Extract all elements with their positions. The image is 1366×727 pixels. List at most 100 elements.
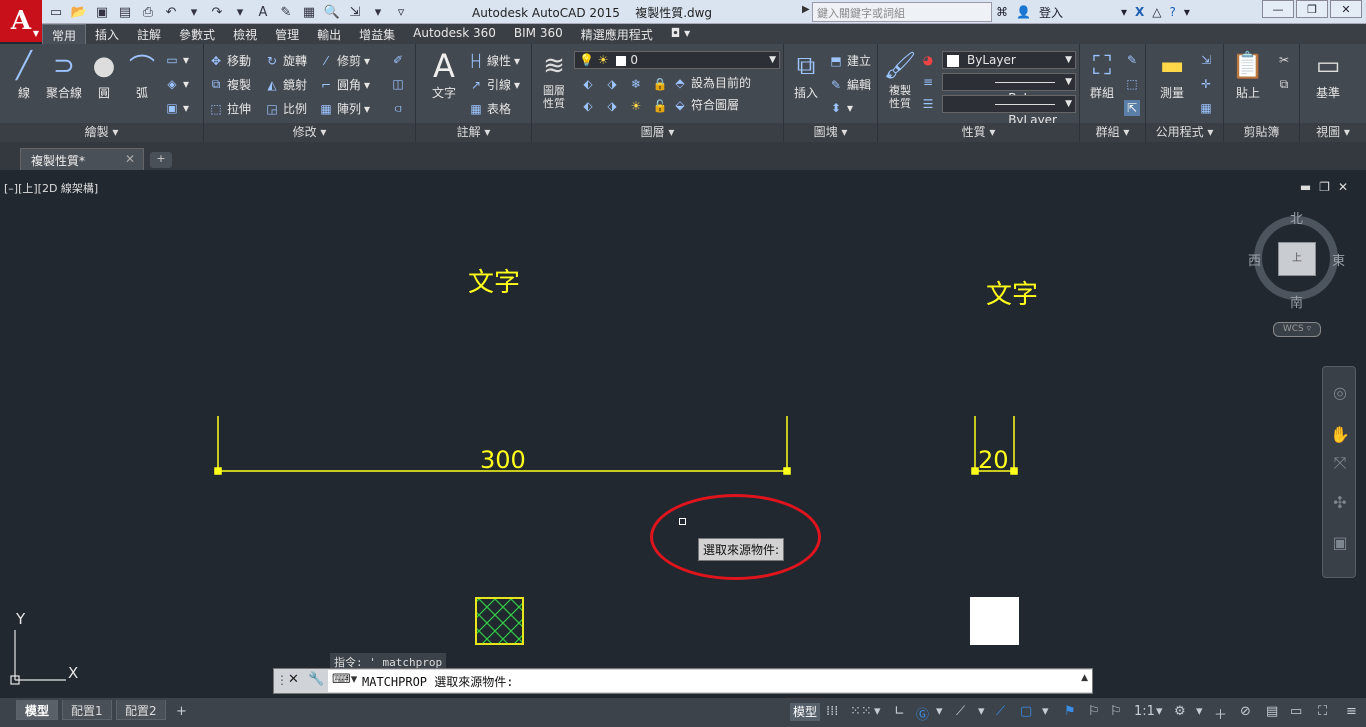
open-file-icon[interactable]: 📂 [69, 3, 89, 21]
panel-utilities-title[interactable]: 公用程式 ▾ [1146, 123, 1223, 142]
lineweight-toggle-icon[interactable]: ⟋ [996, 704, 1005, 719]
dim20-grip-right[interactable] [1010, 467, 1018, 475]
tab-home[interactable]: 常用 [42, 24, 87, 44]
annotation-scale-value[interactable]: 1:1 [1134, 704, 1155, 719]
tab-manage[interactable]: 管理 [266, 24, 308, 44]
zoom-icon[interactable]: 🔍 [322, 3, 342, 21]
panel-modify-title[interactable]: 修改 ▾ [204, 123, 415, 142]
osnap-icon[interactable]: ▢ [1020, 704, 1032, 719]
plus-annotation-icon[interactable]: ＋ [1214, 704, 1227, 723]
tab-parametric[interactable]: 參數式 [170, 24, 224, 44]
clean-screen-icon[interactable]: ▭ [1290, 704, 1302, 719]
offset-tool[interactable]: ⫏ [390, 100, 406, 116]
ungroup-tool[interactable]: ⬚ [1124, 76, 1140, 92]
stretch-tool[interactable]: ⬚ 拉伸 [208, 100, 251, 117]
osnap2-dropdown-icon[interactable]: ▾ [1042, 704, 1049, 719]
region-tool[interactable]: ▣ ▾ [164, 100, 189, 116]
osnap-tracking-icon[interactable]: ⟋ [956, 704, 965, 719]
hatch-tool[interactable]: ◈ ▾ [164, 76, 189, 92]
layer-tool-8[interactable]: 🔓 [652, 98, 668, 114]
hatched-square[interactable] [475, 597, 524, 645]
tab-bim360[interactable]: BIM 360 [505, 24, 572, 44]
a360-icon[interactable]: △ [1152, 5, 1161, 19]
polar-dropdown-icon[interactable]: ▾ [936, 704, 943, 719]
text-object-left[interactable]: 文字 [468, 262, 520, 299]
leader-tool[interactable]: ↗ 引線 ▾ [468, 76, 520, 93]
auto-scale-icon[interactable]: ⚐ [1088, 704, 1100, 719]
line-button[interactable]: ╱ 線 [2, 48, 46, 101]
command-grip-icon[interactable]: ⋮ [276, 673, 288, 687]
layer-state-icon[interactable]: ▦ [299, 3, 319, 21]
drawing-canvas[interactable]: [–][上][2D 線架構] ▬ ❐ ✕ 文字 文字 300 20 選取來源物件… [0, 176, 1366, 696]
table-tool[interactable]: ▦ 表格 [468, 100, 511, 117]
white-solid-square[interactable] [970, 597, 1019, 645]
quick-select-tool[interactable]: ⇲ [1198, 52, 1214, 68]
polyline-button[interactable]: ⊃ 聚合線 [42, 48, 86, 101]
panel-clipboard-title[interactable]: 剪貼簿 [1224, 123, 1299, 142]
layout-tab-model[interactable]: 模型 [16, 700, 59, 720]
new-tab-button[interactable]: + [150, 152, 172, 168]
snap-dropdown-icon[interactable]: ▾ [874, 704, 881, 719]
panel-draw-title[interactable]: 繪製 ▾ [0, 123, 203, 142]
match-properties-button[interactable]: 🖌 複製 性質 [878, 48, 922, 110]
sign-in-link[interactable]: 登入 [1039, 4, 1063, 21]
viewcube[interactable]: 上 北 南 東 西 [1248, 208, 1346, 311]
calculator-tool[interactable]: ▦ [1198, 100, 1214, 116]
exchange-icon[interactable]: X [1135, 5, 1144, 19]
panel-block-title[interactable]: 圖塊 ▾ [784, 123, 877, 142]
copy-clip-tool[interactable]: ⧉ [1276, 76, 1292, 92]
undo-dropdown-icon[interactable]: ▾ [184, 3, 204, 21]
linetype-dropdown[interactable]: ByLayer ▼ [942, 73, 1076, 105]
annotation-scale-icon[interactable]: ⚐ [1110, 704, 1122, 719]
fullscreen-icon[interactable]: ⛶ [1318, 704, 1327, 719]
trim-tool[interactable]: ⁄ 修剪 ▾ [318, 52, 370, 69]
cut-tool[interactable]: ✂ [1276, 52, 1292, 68]
save-icon[interactable]: ▣ [92, 3, 112, 21]
new-layout-icon[interactable]: + [176, 704, 187, 719]
compass-west[interactable]: 西 [1248, 250, 1261, 269]
orbit-icon[interactable]: ✣ [1329, 493, 1351, 515]
layout-tab-layout2[interactable]: 配置2 [116, 700, 166, 720]
match-icon[interactable]: ⇲ [345, 3, 365, 21]
wcs-menu[interactable]: WCS ▿ [1273, 322, 1321, 337]
dim-grip-left[interactable] [214, 467, 222, 475]
tab-annotate[interactable]: 註解 [128, 24, 170, 44]
mirror-tool[interactable]: ◭ 鏡射 [264, 76, 307, 93]
help-icon[interactable]: ? [1170, 5, 1176, 19]
osnap-dropdown-icon[interactable]: ▾ [978, 704, 985, 719]
compass-south[interactable]: 南 [1290, 292, 1303, 311]
file-tab[interactable]: 複製性質* ✕ [20, 148, 144, 170]
base-view-button[interactable]: ▭ 基準 [1306, 48, 1350, 101]
dimension-text-300[interactable]: 300 [480, 446, 526, 474]
panel-annotation-title[interactable]: 註解 ▾ [416, 123, 531, 142]
scale-dropdown-icon[interactable]: ▾ [1156, 704, 1163, 719]
compass-north[interactable]: 北 [1290, 208, 1303, 227]
layout-tab-layout1[interactable]: 配置1 [62, 700, 112, 720]
color-dropdown[interactable]: ByLayer ▼ [942, 51, 1076, 69]
lineweight-tool[interactable]: ☰ [920, 96, 936, 112]
command-close-icon[interactable]: ✕ [288, 672, 299, 687]
close-window-icon[interactable]: ✕ [1330, 0, 1362, 18]
text-object-right[interactable]: 文字 [986, 274, 1038, 311]
showmotion-icon[interactable]: ▣ [1329, 533, 1351, 555]
tab-featured-apps[interactable]: 精選應用程式 [572, 24, 662, 44]
make-current-tool[interactable]: ⬘ 設為目前的 [672, 74, 751, 91]
minimize-icon[interactable]: — [1262, 0, 1294, 18]
save-as-icon[interactable]: ▤ [115, 3, 135, 21]
paste-button[interactable]: 📋 貼上 [1226, 48, 1270, 101]
move-tool[interactable]: ✥ 移動 [208, 52, 251, 69]
polar-icon[interactable]: Ⓖ [916, 704, 929, 723]
rotate-tool[interactable]: ↻ 旋轉 [264, 52, 307, 69]
id-point-tool[interactable]: ✛ [1198, 76, 1214, 92]
snap-icon[interactable]: ⁙⁙ [850, 704, 872, 719]
viewcube-top-face[interactable]: 上 [1278, 242, 1316, 276]
sign-in-dropdown-icon[interactable]: ▾ [1121, 5, 1127, 19]
compass-east[interactable]: 東 [1332, 250, 1345, 269]
annotation-visibility-icon[interactable]: ⚑ [1064, 704, 1076, 719]
tab-output[interactable]: 輸出 [308, 24, 350, 44]
pan-icon[interactable]: ✋ [1329, 425, 1351, 447]
isolate-objects-icon[interactable]: ⊘ [1240, 704, 1251, 719]
tab-view[interactable]: 檢視 [224, 24, 266, 44]
array-tool[interactable]: ▦ 陣列 ▾ [318, 100, 370, 117]
match-layer-tool[interactable]: ⬙ 符合圖層 [672, 96, 739, 113]
